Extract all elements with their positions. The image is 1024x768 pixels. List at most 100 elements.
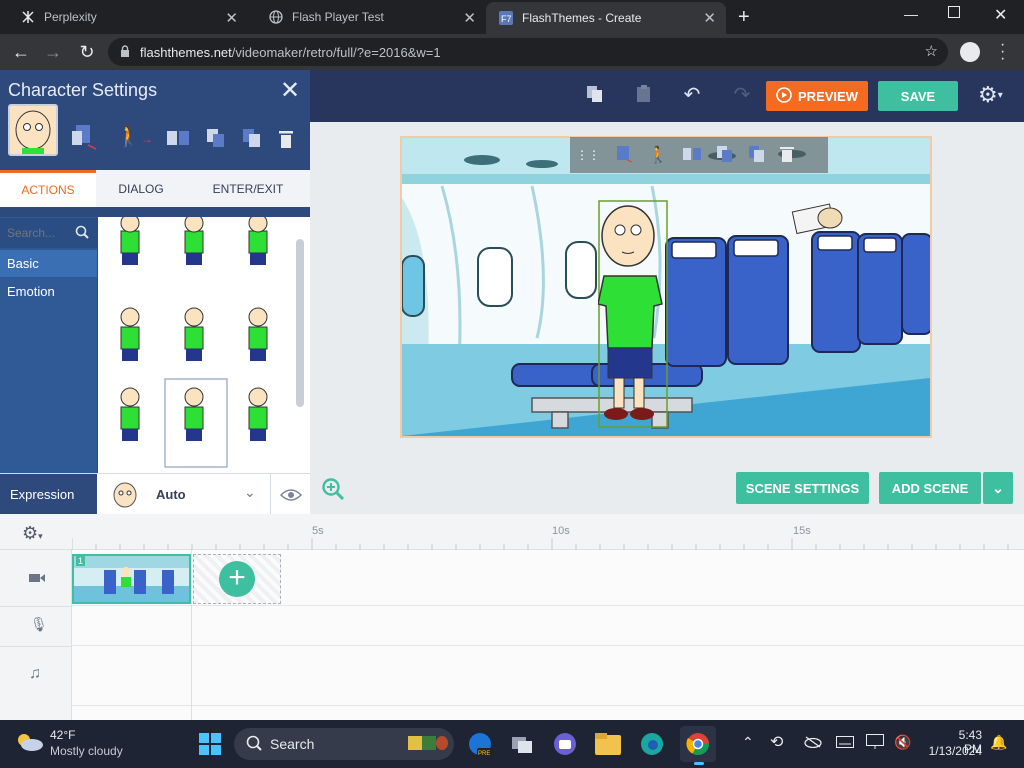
browser-menu-icon[interactable]: · · · — [1000, 37, 1005, 67]
scene-stage[interactable] — [400, 136, 932, 438]
zoom-in-icon[interactable] — [322, 478, 345, 503]
close-panel-icon[interactable]: ✕ — [280, 76, 300, 105]
task-view-icon[interactable] — [504, 726, 540, 762]
preview-button[interactable]: PREVIEW — [766, 81, 868, 111]
play-circle-icon — [776, 86, 792, 106]
close-tab-icon[interactable]: ✕ — [225, 9, 238, 27]
action-walk-icon[interactable]: 🚶 — [648, 145, 668, 165]
search-label: Search — [270, 736, 315, 752]
teams-chat-icon[interactable] — [547, 726, 583, 762]
redo-icon[interactable]: ↷ — [730, 82, 754, 106]
duplicate-icon[interactable] — [716, 145, 734, 166]
action-pose-thumbnail[interactable] — [120, 387, 140, 441]
action-pose-thumbnail[interactable] — [248, 213, 268, 265]
swap-character-icon[interactable] — [614, 144, 634, 167]
action-walk-icon[interactable]: 🚶→ — [116, 124, 153, 149]
perplexity-icon — [20, 9, 36, 25]
speaker-muted-icon[interactable]: 🔇 — [894, 734, 911, 751]
file-explorer-icon[interactable] — [590, 726, 626, 762]
eye-preview-icon[interactable] — [270, 474, 310, 515]
layer-icon[interactable] — [748, 145, 766, 166]
flip-icon[interactable] — [166, 128, 190, 151]
display-icon[interactable] — [866, 734, 884, 753]
tray-chevron-up-icon[interactable]: ⌃ — [742, 734, 754, 751]
chrome-icon[interactable] — [680, 726, 716, 762]
globe-icon — [268, 9, 284, 25]
edge-pre-icon[interactable]: PRE — [462, 726, 498, 762]
add-scene-dropdown-icon[interactable]: ⌄ — [983, 472, 1013, 504]
action-pose-thumbnail[interactable] — [248, 387, 268, 441]
search-icon — [246, 735, 262, 754]
tab-label: FlashThemes - Create — [522, 11, 642, 25]
close-tab-icon[interactable]: ✕ — [703, 9, 716, 27]
character-figure[interactable] — [598, 200, 672, 432]
search-input[interactable] — [7, 226, 75, 240]
scene-settings-button[interactable]: SCENE SETTINGS — [736, 472, 869, 504]
scene-thumbnail[interactable]: 1 — [72, 554, 191, 604]
keyboard-icon[interactable] — [836, 736, 854, 751]
close-tab-icon[interactable]: ✕ — [463, 9, 476, 27]
action-search-field[interactable] — [0, 218, 97, 248]
action-pose-thumbnail[interactable] — [120, 213, 140, 265]
new-tab-icon[interactable]: + — [738, 6, 750, 29]
character-floating-toolbar: ⋮⋮ 🚶 — [570, 137, 828, 173]
action-pose-thumbnail[interactable] — [184, 307, 204, 361]
clock-date[interactable]: 1/13/2024 — [924, 744, 982, 758]
drag-handle-icon[interactable]: ⋮⋮ — [576, 148, 600, 162]
minimize-icon[interactable]: — — [904, 6, 918, 22]
taskbar-search-box[interactable]: Search — [234, 728, 454, 760]
tab-actions[interactable]: ACTIONS — [0, 170, 96, 207]
microphone-icon: 🎙 — [30, 616, 48, 632]
tick-10s: 10s — [552, 525, 570, 537]
expression-select[interactable]: Auto — [156, 487, 186, 502]
plus-icon: + — [219, 561, 255, 597]
edge-browser-icon[interactable] — [634, 726, 670, 762]
cloud-offline-icon[interactable] — [804, 736, 822, 751]
voice-track — [72, 606, 1024, 646]
settings-gear-icon[interactable]: ⚙▾ — [978, 83, 1003, 107]
undo-icon[interactable]: ↶ — [680, 82, 704, 106]
tab-dialog[interactable]: DIALOG — [96, 170, 186, 207]
tab-enter-exit[interactable]: ENTER/EXIT — [186, 170, 310, 207]
search-icon — [75, 225, 89, 242]
window-close-icon[interactable]: ✕ — [994, 5, 1007, 25]
tab-flash-player-test[interactable]: Flash Player Test ✕ — [248, 0, 486, 34]
save-button[interactable]: SAVE — [878, 81, 958, 111]
delete-trash-icon[interactable] — [779, 146, 794, 165]
delete-trash-icon[interactable] — [279, 130, 293, 151]
weather-temp[interactable]: 42°F — [50, 728, 75, 742]
forward-icon[interactable]: → — [38, 34, 68, 70]
action-pose-thumbnail[interactable] — [120, 307, 140, 361]
character-avatar[interactable] — [8, 104, 58, 156]
sync-icon[interactable]: ⟲ — [770, 732, 783, 752]
category-basic[interactable]: Basic — [0, 250, 97, 277]
tab-flashthemes-create[interactable]: F7 FlashThemes - Create ✕ — [486, 2, 726, 34]
windows-start-icon[interactable] — [192, 726, 228, 762]
tab-label: Perplexity — [44, 10, 97, 24]
timeline-settings-gear-icon[interactable]: ⚙▾ — [22, 523, 43, 544]
copy-icon[interactable] — [583, 82, 607, 106]
url-path: /videomaker/retro/full/?e=2016&w=1 — [231, 44, 441, 60]
swap-character-icon[interactable] — [72, 123, 98, 154]
restore-icon[interactable] — [948, 6, 960, 18]
url-input[interactable]: flashthemes.net/videomaker/retro/full/?e… — [108, 38, 948, 66]
duplicate-icon[interactable] — [206, 128, 226, 151]
weather-desc[interactable]: Mostly cloudy — [50, 744, 123, 758]
action-pose-thumbnail[interactable] — [184, 387, 204, 441]
flip-icon[interactable] — [682, 145, 702, 166]
tab-perplexity[interactable]: Perplexity ✕ — [0, 0, 248, 34]
notification-bell-icon[interactable]: 🔔 — [990, 734, 1007, 751]
action-pose-thumbnail[interactable] — [248, 307, 268, 361]
category-emotion[interactable]: Emotion — [0, 278, 97, 305]
action-pose-thumbnail[interactable] — [184, 213, 204, 265]
add-scene-button[interactable]: ADD SCENE — [879, 472, 981, 504]
action-thumbnail-grid — [98, 213, 310, 473]
chevron-down-icon[interactable]: ⌄ — [244, 484, 256, 501]
paste-icon[interactable] — [632, 82, 656, 106]
bookmark-star-icon[interactable]: ☆ — [925, 42, 938, 60]
reload-icon[interactable]: ↻ — [72, 34, 102, 70]
layer-icon[interactable] — [242, 128, 262, 151]
add-scene-slot[interactable]: + — [193, 554, 281, 604]
profile-icon[interactable] — [960, 42, 980, 62]
back-icon[interactable]: ← — [6, 34, 36, 70]
